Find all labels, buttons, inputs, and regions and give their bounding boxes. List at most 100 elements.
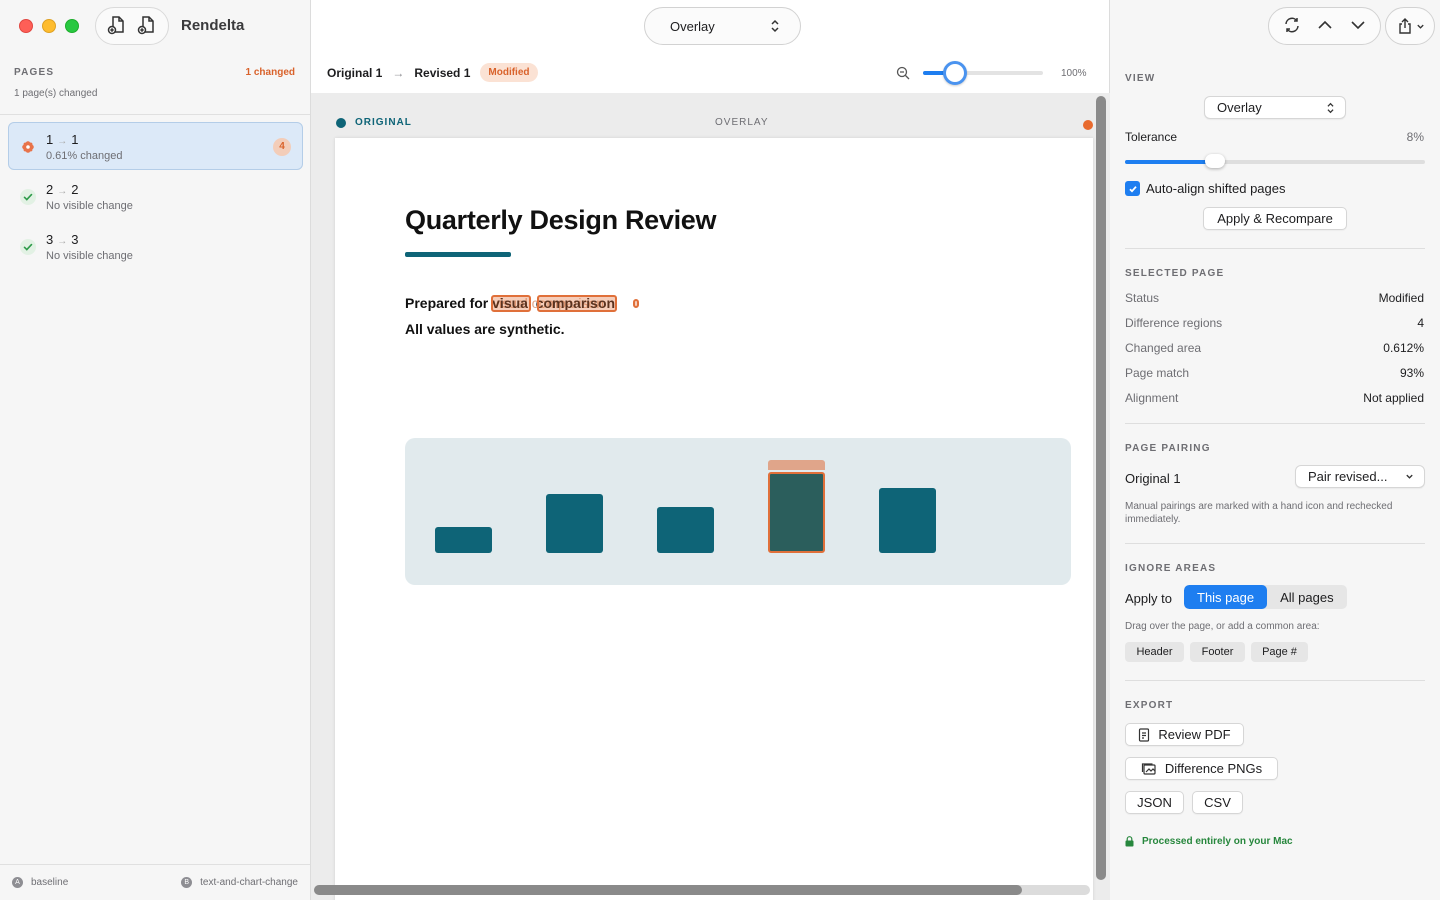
chart-bar-changed[interactable] — [768, 472, 825, 553]
overlay-label: OVERLAY — [715, 117, 769, 128]
main-area: Overlay Original 1 → Revised 1 Modified … — [311, 0, 1110, 900]
zoom-knob[interactable] — [943, 61, 967, 85]
chart-bar — [657, 507, 714, 553]
pairing-note: Manual pairings are marked with a hand i… — [1125, 501, 1393, 525]
tolerance-knob[interactable] — [1205, 154, 1225, 168]
open-files-group — [95, 7, 169, 45]
share-icon — [1398, 18, 1411, 34]
apply-to-label: Apply to — [1125, 591, 1172, 606]
window-controls — [19, 19, 79, 33]
chevron-down-icon — [1406, 474, 1413, 479]
chart-bar — [546, 494, 603, 553]
arrow-right-icon: → — [57, 136, 68, 147]
pair-revised-select[interactable]: Pair revised... — [1295, 465, 1425, 488]
tolerance-slider[interactable] — [1125, 154, 1425, 168]
minimize-window-button[interactable] — [42, 19, 56, 33]
tolerance-value: 8% — [1406, 130, 1424, 144]
open-revised-button[interactable] — [137, 15, 157, 38]
export-review-pdf-button[interactable]: Review PDF — [1125, 723, 1244, 746]
document-bar-chart — [405, 438, 1071, 585]
selected-page-section-title: SELECTED PAGE — [1125, 268, 1225, 279]
next-change-button[interactable] — [1349, 16, 1367, 37]
export-difference-pngs-button[interactable]: Difference PNGs — [1125, 757, 1278, 780]
page-pair-label: 1 → 1 — [46, 132, 79, 147]
ignore-areas-section-title: IGNORE AREAS — [1125, 563, 1217, 574]
zoom-value: 100% — [1061, 67, 1087, 79]
page-item-1[interactable]: 1 → 1 0.61% changed 4 — [8, 122, 303, 170]
difference-region[interactable] — [537, 295, 617, 312]
chevron-up-down-icon — [1327, 102, 1334, 113]
divider — [1125, 680, 1425, 681]
all-pages-segment[interactable]: All pages — [1267, 585, 1346, 609]
lock-icon — [1125, 836, 1134, 847]
document-line-synthetic: All values are synthetic. — [405, 321, 565, 337]
original-legend: ORIGINAL — [336, 117, 412, 128]
changed-count: 1 changed — [245, 67, 295, 78]
close-window-button[interactable] — [19, 19, 33, 33]
inspector-mode-select[interactable]: Overlay — [1204, 96, 1346, 119]
sidebar: Rendelta PAGES 1 changed 1 page(s) chang… — [0, 0, 311, 900]
document-icon: A — [12, 877, 23, 888]
page-status: No visible change — [46, 200, 133, 212]
header-area-chip[interactable]: Header — [1125, 642, 1184, 662]
ignore-note: Drag over the page, or add a common area… — [1125, 621, 1320, 632]
vertical-scrollbar[interactable] — [1096, 96, 1106, 880]
auto-align-checkbox[interactable]: Auto-align shifted pages — [1125, 181, 1285, 196]
detail-row-match: Page match 93% — [1125, 366, 1424, 380]
chart-bar — [435, 527, 492, 553]
apply-recompare-button[interactable]: Apply & Recompare — [1203, 207, 1347, 230]
tolerance-label: Tolerance — [1125, 130, 1178, 144]
checkmark-icon — [20, 189, 36, 205]
difference-region[interactable] — [491, 295, 531, 312]
inspector-panel: VIEW Overlay Tolerance 8% Auto-align shi… — [1110, 0, 1440, 900]
zoom-slider[interactable] — [923, 61, 1043, 85]
comparison-canvas[interactable]: ORIGINAL OVERLAY Quarterly Design Review… — [311, 93, 1110, 900]
chart-bar-original-shade — [768, 460, 825, 470]
divider — [1125, 423, 1425, 424]
page-pairing-section-title: PAGE PAIRING — [1125, 443, 1211, 454]
horizontal-scrollbar[interactable] — [314, 885, 1090, 895]
privacy-note: Processed entirely on your Mac — [1125, 836, 1293, 847]
page-item-3[interactable]: 3 → 3 No visible change — [8, 222, 303, 270]
page-pair-label: 2 → 2 — [46, 182, 79, 197]
view-mode-select[interactable]: Overlay — [644, 7, 801, 45]
document-icon: B — [181, 877, 193, 888]
sidebar-footer: Abaseline Btext-and-chart-change — [0, 864, 310, 900]
difference-region[interactable] — [633, 299, 639, 308]
revised-page-label: Revised 1 — [414, 65, 471, 80]
pairing-original-label: Original 1 — [1125, 471, 1181, 486]
page-number-area-chip[interactable]: Page # — [1251, 642, 1308, 662]
share-button[interactable] — [1385, 7, 1435, 45]
page-status: No visible change — [46, 250, 133, 262]
export-section-title: EXPORT — [1125, 700, 1174, 711]
revised-dot-icon — [1083, 120, 1093, 130]
export-csv-button[interactable]: CSV — [1192, 791, 1243, 814]
divider — [0, 114, 310, 115]
document-title: Quarterly Design Review — [405, 205, 717, 235]
divider — [1125, 543, 1425, 544]
pages-subtitle: 1 page(s) changed — [14, 88, 98, 99]
open-original-button[interactable] — [107, 15, 127, 38]
navigation-group — [1268, 7, 1381, 45]
diff-flower-icon — [22, 141, 34, 153]
document-page[interactable]: Quarterly Design Review visual compariso… — [335, 138, 1093, 900]
scroll-thumb[interactable] — [1096, 96, 1106, 880]
view-section-title: VIEW — [1125, 73, 1156, 84]
checkmark-icon — [20, 239, 36, 255]
tolerance-row: Tolerance 8% — [1125, 130, 1424, 144]
this-page-segment[interactable]: This page — [1184, 585, 1268, 609]
zoom-window-button[interactable] — [65, 19, 79, 33]
recompare-button[interactable] — [1283, 16, 1301, 37]
scroll-thumb[interactable] — [314, 885, 1022, 895]
canvas-header: ORIGINAL OVERLAY — [336, 117, 1093, 131]
previous-change-button[interactable] — [1316, 16, 1334, 37]
export-json-button[interactable]: JSON — [1125, 791, 1184, 814]
tolerance-fill — [1125, 160, 1215, 164]
document-add-icon — [107, 15, 124, 34]
images-icon — [1141, 762, 1156, 775]
footer-area-chip[interactable]: Footer — [1190, 642, 1245, 662]
chevron-down-icon — [1416, 24, 1424, 29]
page-item-2[interactable]: 2 → 2 No visible change — [8, 172, 303, 220]
pages-header: PAGES 1 changed — [14, 67, 295, 78]
document-add-icon — [137, 15, 154, 34]
